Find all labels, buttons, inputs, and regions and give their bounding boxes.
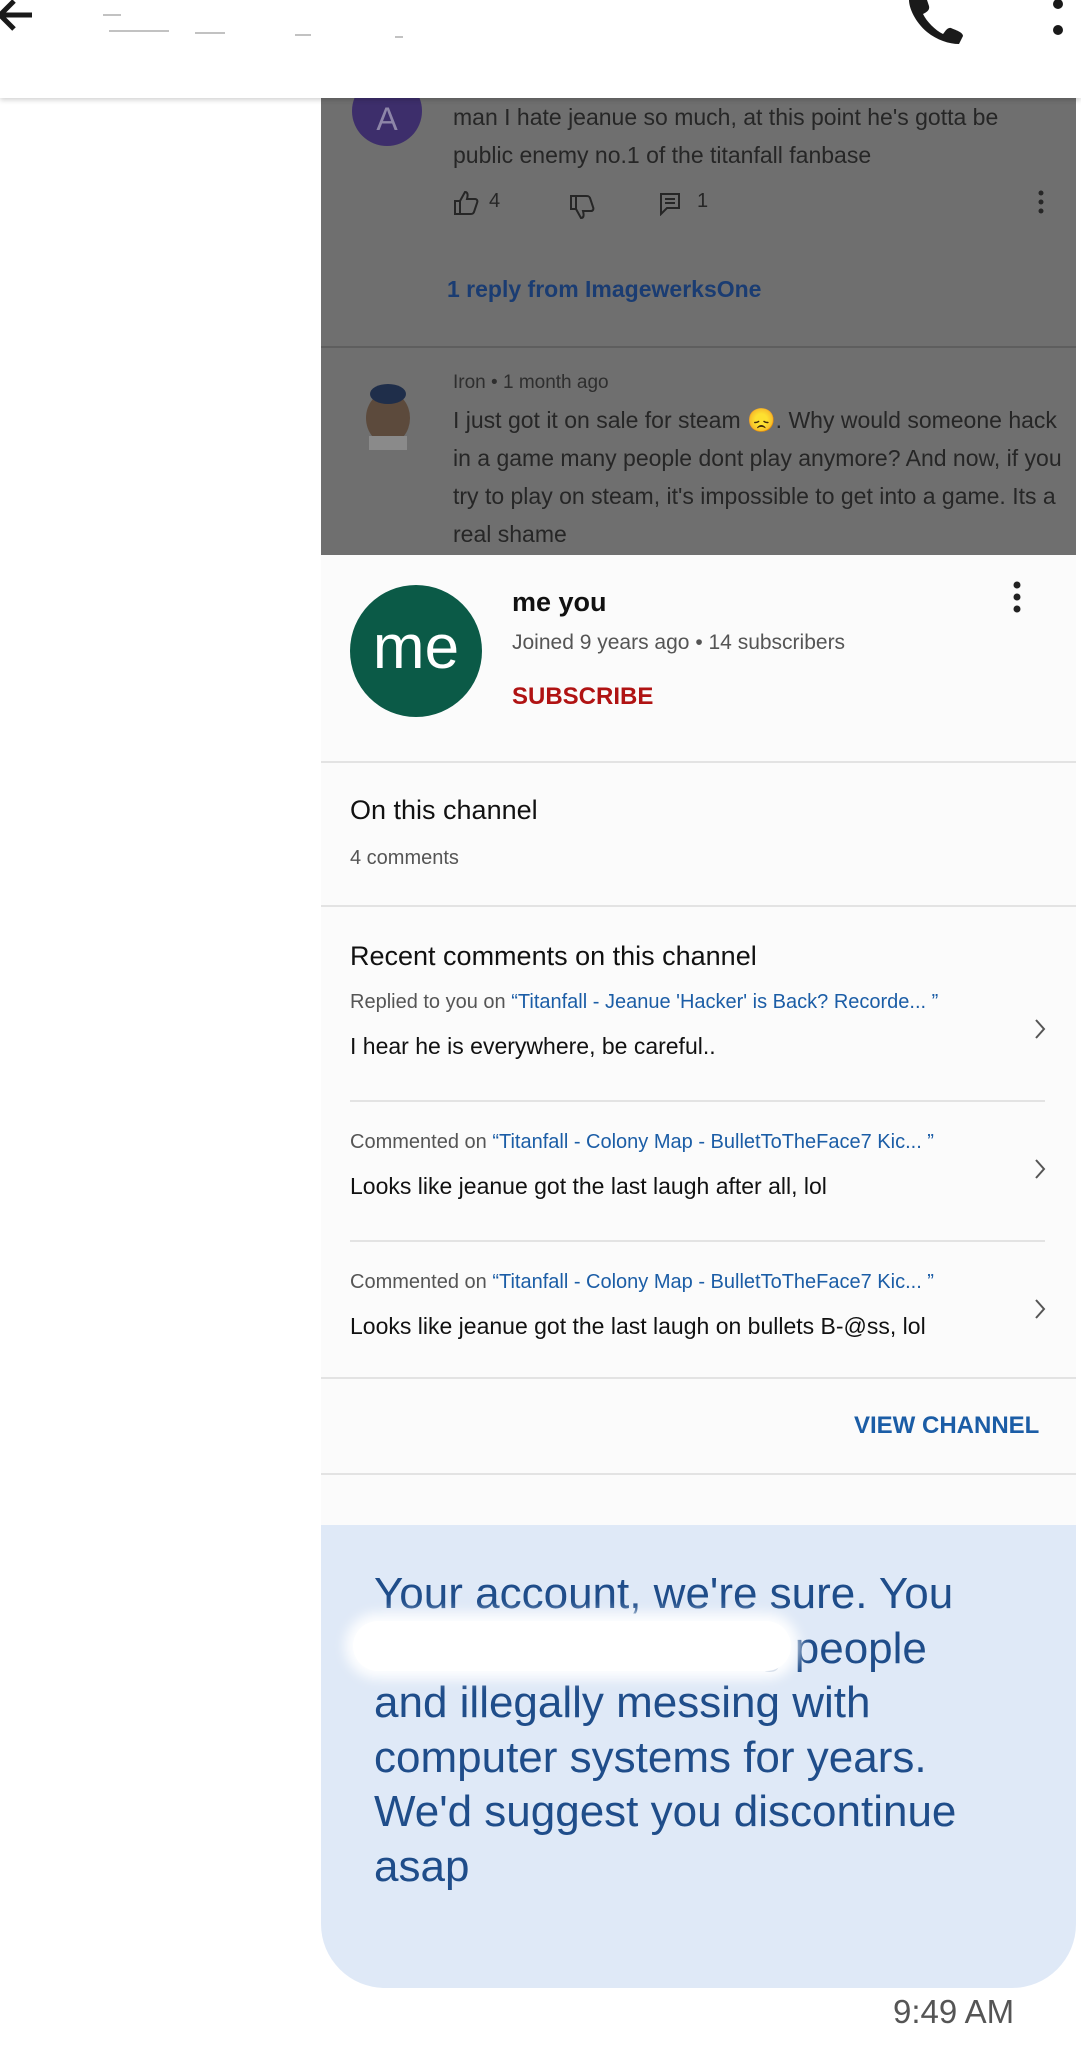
on-channel-title: On this channel	[350, 795, 538, 825]
more-options-icon[interactable]	[1046, 0, 1070, 50]
recent-comments-title: Recent comments on this channel	[350, 941, 757, 971]
divider	[350, 1100, 1045, 1102]
recent-comment-video-link[interactable]: Titanfall - Jeanue 'Hacker' is Back? Rec…	[518, 991, 926, 1013]
contact-name-redacted	[95, 8, 475, 42]
comment-divider	[321, 346, 1076, 348]
redacted-text-block	[353, 1621, 791, 1671]
view-replies-link[interactable]: 1 reply from ImagewerksOne	[447, 276, 761, 303]
channel-name: me you	[512, 587, 607, 617]
subscriber-count: 14 subscribers	[708, 631, 846, 654]
channel-menu-icon[interactable]	[1007, 577, 1027, 619]
recent-comment-video-link[interactable]: Titanfall - Colony Map - BulletToTheFace…	[499, 1271, 922, 1293]
recent-comment-text: Looks like jeanue got the last laugh on …	[350, 1313, 926, 1339]
back-arrow-icon[interactable]	[0, 0, 40, 50]
comment-count: 4 comments	[350, 847, 459, 869]
recent-comment-prefix: Replied to you on	[350, 991, 506, 1013]
reply-icon[interactable]	[659, 192, 681, 216]
comments-overlay-background: A man I hate jeanue so much, at this poi…	[321, 98, 1076, 555]
chevron-right-icon[interactable]	[1033, 1018, 1047, 1040]
message-bubble[interactable]: Your account, we're sure. You have been …	[321, 1525, 1076, 1988]
conversation-header	[0, 0, 1081, 98]
like-count: 4	[489, 190, 501, 212]
phone-call-icon[interactable]	[905, 0, 965, 46]
thumbs-down-icon[interactable]	[569, 194, 595, 220]
recent-comment-video-link[interactable]: Titanfall - Colony Map - BulletToTheFace…	[499, 1131, 922, 1153]
divider	[321, 1377, 1076, 1379]
comment-meta: Iron • 1 month ago	[453, 372, 609, 393]
commenter-avatar-iron	[366, 384, 410, 450]
recent-comment-text: Looks like jeanue got the last laugh aft…	[350, 1173, 827, 1199]
comment-text: man I hate jeanue so much, at this point…	[453, 104, 999, 168]
recent-comment-prefix: Commented on	[350, 1271, 487, 1293]
shared-screenshot-message[interactable]: A man I hate jeanue so much, at this poi…	[321, 98, 1076, 1526]
comment-menu-icon[interactable]	[1037, 190, 1045, 216]
view-channel-button[interactable]: VIEW CHANNEL	[854, 1412, 1039, 1440]
chevron-right-icon[interactable]	[1033, 1298, 1047, 1320]
divider	[321, 761, 1076, 763]
reply-count: 1	[697, 190, 709, 212]
channel-stats: Joined 9 years ago • 14 subscribers	[512, 631, 846, 654]
message-timestamp: 9:49 AM	[893, 1993, 1015, 2030]
comment-age: 1 month ago	[502, 372, 609, 393]
divider	[321, 1473, 1076, 1475]
divider	[321, 905, 1076, 907]
channel-avatar[interactable]: me	[350, 585, 482, 717]
recent-comment-prefix: Commented on	[350, 1131, 487, 1153]
joined-date: Joined 9 years ago	[512, 631, 690, 654]
divider	[350, 1240, 1045, 1242]
subscribe-button[interactable]: SUBSCRIBE	[512, 683, 653, 711]
comment-text: I just got it on sale for steam 😞. Why w…	[453, 407, 1062, 547]
commenter-avatar: A	[352, 98, 422, 146]
thumbs-up-icon[interactable]	[453, 190, 479, 216]
comment-author: Iron	[453, 372, 486, 393]
chevron-right-icon[interactable]	[1033, 1158, 1047, 1180]
recent-comment-text: I hear he is everywhere, be careful..	[350, 1033, 716, 1059]
channel-info-card: me me you Joined 9 years ago • 14 subscr…	[321, 555, 1076, 1526]
message-text: Your account, we're sure. You have been …	[374, 1569, 957, 1891]
comment-actions: 4 1	[453, 190, 1053, 220]
